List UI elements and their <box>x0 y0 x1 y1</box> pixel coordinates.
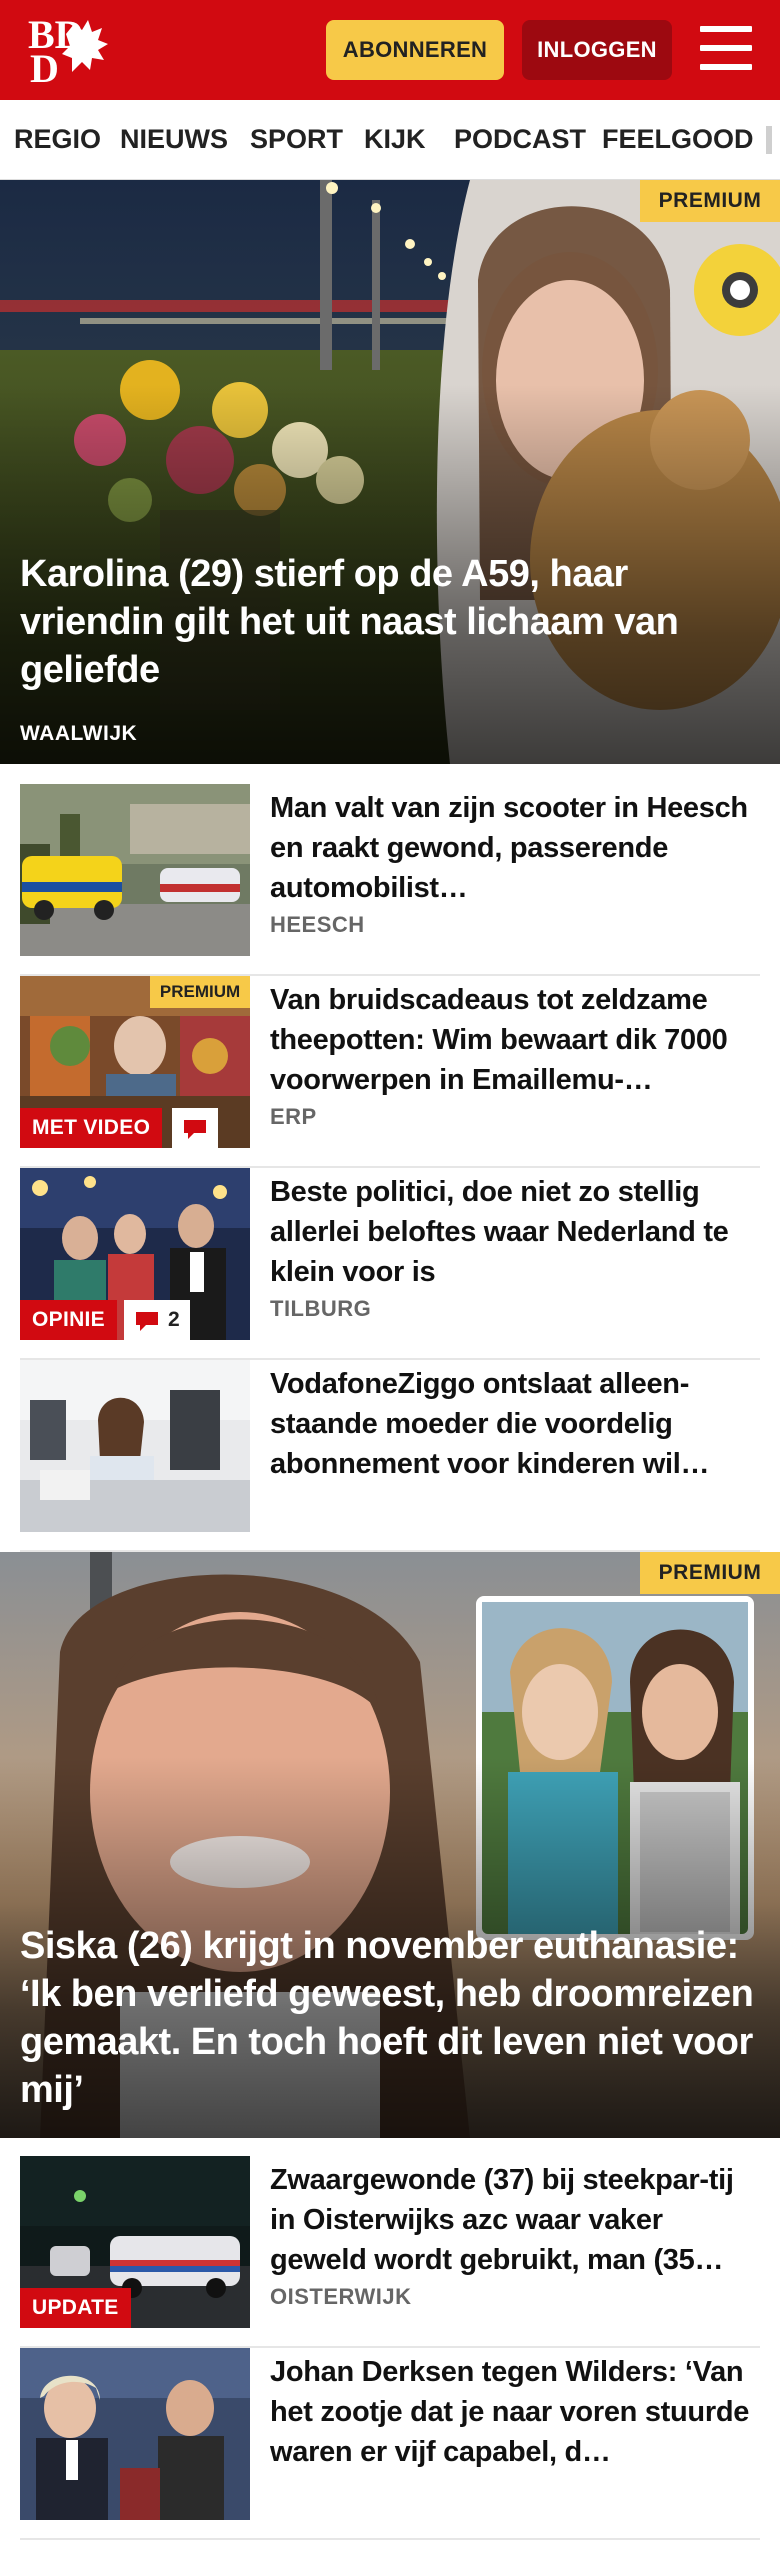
svg-text:D: D <box>30 46 59 86</box>
article-location: ERP <box>270 1104 317 1129</box>
hamburger-menu-icon[interactable] <box>700 26 752 72</box>
section-nav: REGIO NIEUWS SPORT KIJK PODCAST FEELGOOD <box>0 100 780 180</box>
list-item[interactable]: OPINIE 2 Beste politici, doe niet zo ste… <box>20 1168 760 1360</box>
nav-overflow-indicator <box>766 126 772 154</box>
list-item[interactable]: PREMIUM MET VIDEO Van bruidscadeaus tot … <box>20 976 760 1168</box>
comment-bubble-icon <box>182 1118 208 1139</box>
article-thumbnail <box>20 784 250 956</box>
bd-logo[interactable]: BD D <box>28 12 118 91</box>
nav-item-regio[interactable]: REGIO <box>14 124 101 155</box>
hero-article-1[interactable]: PREMIUM Karolina (29) stierf op de A59, … <box>0 180 780 764</box>
premium-badge: PREMIUM <box>640 180 780 222</box>
article-thumbnail <box>20 2348 250 2520</box>
article-title[interactable]: VodafoneZiggo ontslaat alleen-staande mo… <box>270 1364 760 1484</box>
comment-bubble-icon <box>134 1310 160 1331</box>
nav-item-kijk[interactable]: KIJK <box>364 124 426 155</box>
nav-item-feelgood[interactable]: FEELGOOD <box>602 124 754 155</box>
article-location: TILBURG <box>270 1296 372 1321</box>
opinion-badge: OPINIE <box>20 1300 117 1340</box>
article-thumbnail: OPINIE 2 <box>20 1168 250 1340</box>
list-item[interactable]: UPDATE Zwaargewonde (37) bij steekpar-ti… <box>20 2156 760 2348</box>
list-item[interactable]: Man valt van zijn scooter in Heesch en r… <box>20 784 760 976</box>
article-title[interactable]: Van bruidscadeaus tot zeldzame theepotte… <box>270 980 760 1100</box>
top-bar: BD D ABONNEREN INLOGGEN <box>0 0 780 100</box>
list-item[interactable]: VodafoneZiggo ontslaat alleen-staande mo… <box>20 1360 760 1552</box>
nav-item-nieuws[interactable]: NIEUWS <box>120 124 228 155</box>
nav-item-podcast[interactable]: PODCAST <box>454 124 586 155</box>
article-thumbnail: PREMIUM MET VIDEO <box>20 976 250 1148</box>
article-title[interactable]: Zwaargewonde (37) bij steekpar-tij in Oi… <box>270 2160 760 2280</box>
hero-article-2[interactable]: PREMIUM Siska (26) krijgt in november eu… <box>0 1552 780 2138</box>
hero-location-1: WAALWIJK <box>20 722 138 745</box>
hero-title-1[interactable]: Karolina (29) stierf op de A59, haar vri… <box>20 550 754 694</box>
video-badge: MET VIDEO <box>20 1108 163 1148</box>
premium-badge: PREMIUM <box>640 1552 780 1594</box>
article-title[interactable]: Beste politici, doe niet zo stellig alle… <box>270 1172 760 1292</box>
article-location: HEESCH <box>270 912 365 937</box>
update-badge: UPDATE <box>20 2288 131 2328</box>
subscribe-button[interactable]: ABONNEREN <box>326 20 504 80</box>
list-item[interactable]: Johan Derksen tegen Wilders: ‘Van het zo… <box>20 2348 760 2540</box>
article-thumbnail: UPDATE <box>20 2156 250 2328</box>
article-title[interactable]: Man valt van zijn scooter in Heesch en r… <box>270 788 760 908</box>
premium-badge: PREMIUM <box>150 976 250 1008</box>
nav-item-sport[interactable]: SPORT <box>250 124 343 155</box>
article-title[interactable]: Johan Derksen tegen Wilders: ‘Van het zo… <box>270 2352 760 2472</box>
comment-chip[interactable]: 2 <box>124 1300 190 1340</box>
login-button[interactable]: INLOGGEN <box>522 20 672 80</box>
article-location: OISTERWIJK <box>270 2284 412 2309</box>
comment-count: 2 <box>168 1308 180 1331</box>
comment-chip[interactable] <box>172 1108 218 1148</box>
article-thumbnail <box>20 1360 250 1532</box>
hero-title-2[interactable]: Siska (26) krijgt in november euthanasie… <box>20 1922 754 2114</box>
